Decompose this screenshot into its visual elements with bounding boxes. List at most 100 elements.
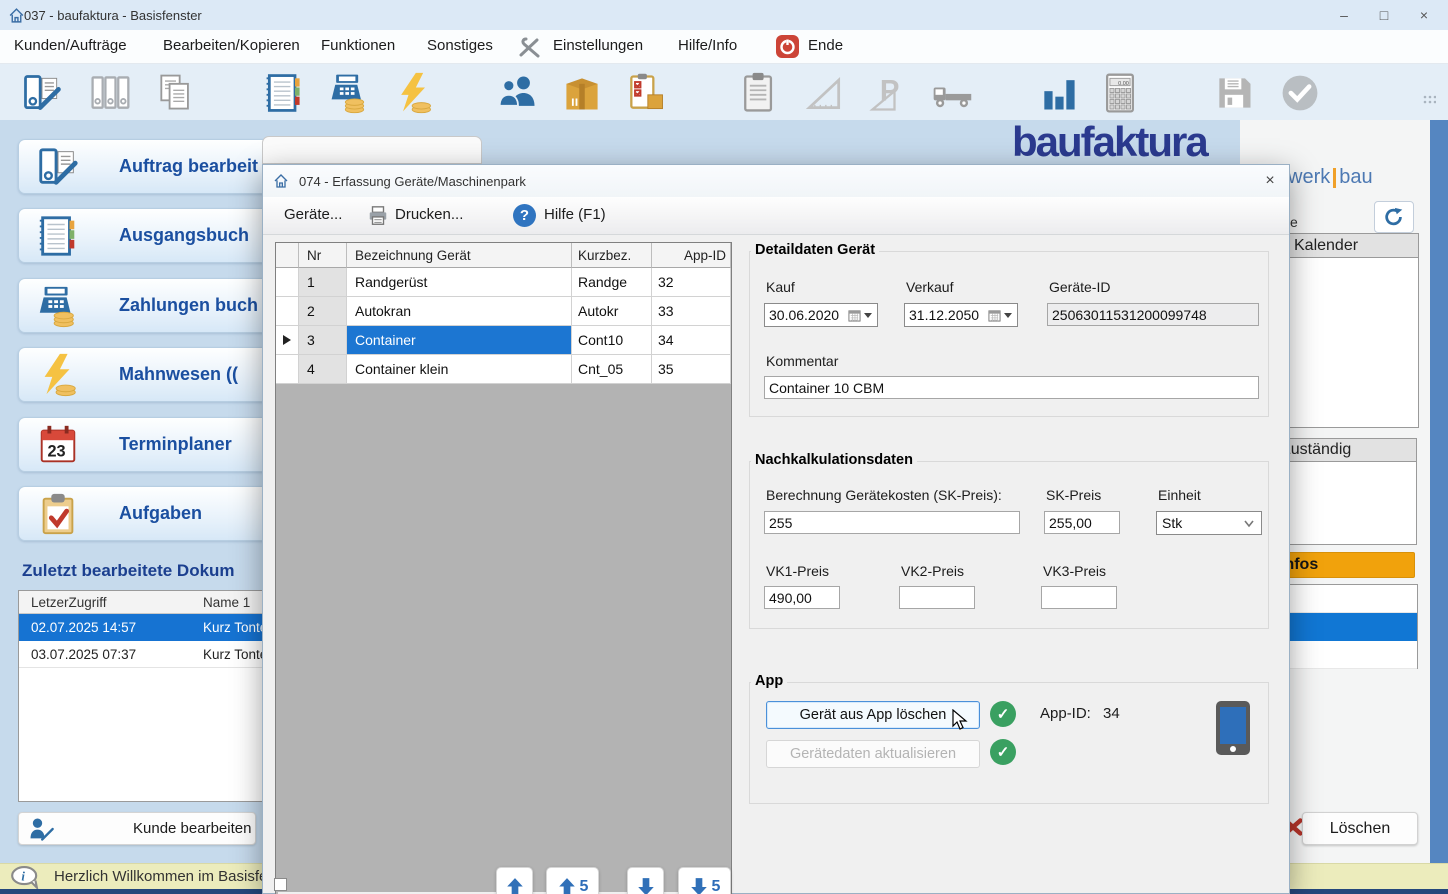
kauf-label: Kauf <box>766 279 795 295</box>
menu-kunden[interactable]: Kunden/Aufträge <box>14 37 127 54</box>
calculator-icon[interactable]: 0.00 <box>1098 71 1142 115</box>
window-titlebar: 037 - baufaktura - Basisfenster – □ × <box>0 0 1448 30</box>
success-check-icon: ✓ <box>990 739 1016 765</box>
loeschen-label: Löschen <box>1330 820 1391 838</box>
menu-bearbeiten[interactable]: Bearbeiten/Kopieren <box>163 37 300 54</box>
baufaktura-logo: baufaktura <box>1012 120 1207 164</box>
kunde-bearbeiten-label: Kunde bearbeiten <box>133 820 251 837</box>
calendar-picker-icon <box>988 309 1001 322</box>
chevron-down-icon <box>1243 517 1255 529</box>
nav-up5-label: 5 <box>580 878 589 894</box>
geraetedaten-aktualisieren-button[interactable]: Gerätedaten aktualisieren <box>766 740 980 768</box>
home-icon <box>273 173 289 189</box>
menu-geraete[interactable]: Geräte... <box>284 206 342 223</box>
p-ruler-icon[interactable]: P <box>867 71 911 115</box>
ruler-icon[interactable] <box>802 71 846 115</box>
device-row[interactable]: 2 Autokran Autokr 33 <box>276 297 731 326</box>
kauf-value: 30.06.2020 <box>769 307 848 323</box>
refresh-button[interactable] <box>1374 201 1414 233</box>
kauf-date-input[interactable]: 30.06.2020 <box>764 303 878 327</box>
cash-register-icon[interactable] <box>327 71 371 115</box>
menu-einstellungen[interactable]: Einstellungen <box>553 37 643 54</box>
dialog-titlebar: 074 - Erfassung Geräte/Maschinenpark × <box>263 165 1289 197</box>
stats-icon[interactable] <box>1037 71 1081 115</box>
column-letzerzugriff[interactable]: LetzerZugriff <box>19 595 191 610</box>
column-bezeichnung[interactable]: Bezeichnung Gerät <box>347 243 572 268</box>
nav-down-button[interactable] <box>627 867 664 894</box>
nav-up5-button[interactable]: 5 <box>546 867 599 894</box>
menu-hilfe[interactable]: Hilfe/Info <box>678 37 737 54</box>
device-row-selected[interactable]: 3 Container Cont10 34 <box>276 326 731 355</box>
kommentar-field[interactable] <box>764 376 1259 399</box>
order-edit-icon[interactable] <box>20 71 64 115</box>
vk1-field[interactable] <box>764 586 840 609</box>
clipboard-icon[interactable] <box>737 71 781 115</box>
power-icon <box>775 34 800 59</box>
dialog-close-button[interactable]: × <box>1257 170 1283 192</box>
menu-drucken[interactable]: Drucken... <box>395 206 463 223</box>
recent-zugriff: 02.07.2025 14:57 <box>19 620 191 635</box>
customers-icon[interactable] <box>496 71 540 115</box>
toolbar: P 0.00 <box>0 64 1448 120</box>
berechnung-label: Berechnung Gerätekosten (SK-Preis): <box>766 487 1002 503</box>
menu-ende[interactable]: Ende <box>808 37 843 54</box>
sk-preis-field[interactable] <box>1044 511 1120 534</box>
einheit-select[interactable]: Stk <box>1156 511 1262 535</box>
mouse-cursor <box>951 709 971 731</box>
success-check-icon: ✓ <box>990 701 1016 727</box>
verkauf-label: Verkauf <box>906 279 953 295</box>
vk2-field[interactable] <box>899 586 975 609</box>
verkauf-date-input[interactable]: 31.12.2050 <box>904 303 1018 327</box>
truck-icon[interactable] <box>930 71 974 115</box>
nav-up-button[interactable] <box>496 867 533 894</box>
sidebar-item-label: Terminplaner <box>119 434 232 455</box>
device-table-header: Nr Bezeichnung Gerät Kurzbez. App-ID <box>276 243 731 268</box>
package-icon[interactable] <box>560 71 604 115</box>
column-kurzbez[interactable]: Kurzbez. <box>572 243 652 268</box>
column-nr[interactable]: Nr <box>299 243 347 268</box>
geraet-aus-app-loeschen-button[interactable]: Gerät aus App löschen <box>766 701 980 729</box>
kunde-bearbeiten-button[interactable]: Kunde bearbeiten <box>18 812 256 845</box>
maximize-button[interactable]: □ <box>1364 1 1404 29</box>
menu-sonstiges[interactable]: Sonstiges <box>427 37 493 54</box>
confirm-icon[interactable] <box>1278 71 1322 115</box>
ledger-icon[interactable] <box>262 71 306 115</box>
vk3-field[interactable] <box>1041 586 1117 609</box>
device-row[interactable]: 1 Randgerüst Randge 32 <box>276 268 731 297</box>
svg-text:i: i <box>21 869 25 883</box>
copy-icon[interactable] <box>154 71 198 115</box>
svg-text:0.00: 0.00 <box>1118 81 1129 87</box>
background-window-tab <box>262 136 482 164</box>
order-edit-icon <box>35 144 81 190</box>
dunning-icon[interactable] <box>392 71 436 115</box>
dropdown-arrow-icon <box>1004 313 1012 318</box>
column-appid[interactable]: App-ID <box>652 243 731 268</box>
close-button[interactable]: × <box>1404 1 1444 29</box>
loeschen-button[interactable]: Löschen <box>1302 812 1418 845</box>
archive-icon[interactable] <box>88 71 132 115</box>
drag-handle-icon[interactable] <box>1422 94 1436 108</box>
arrow-up-icon <box>505 875 525 894</box>
tasks-icon <box>35 491 81 537</box>
app-id-value: 34 <box>1103 705 1120 722</box>
right-scroll-strip[interactable] <box>1430 120 1448 863</box>
wrench-icon <box>518 36 544 58</box>
berechnung-field[interactable] <box>764 511 1020 534</box>
calendar-picker-icon <box>848 309 861 322</box>
geraete-id-field[interactable] <box>1047 303 1259 326</box>
menu-funktionen[interactable]: Funktionen <box>321 37 395 54</box>
dialog-erfassung-geraete: 074 - Erfassung Geräte/Maschinenpark × G… <box>262 164 1290 894</box>
info-icon: i <box>10 865 44 889</box>
save-icon[interactable] <box>1212 71 1256 115</box>
sidebar-item-label: Ausgangsbuch <box>119 225 249 246</box>
kommentar-label: Kommentar <box>766 353 838 369</box>
menu-hilfe-f1[interactable]: Hilfe (F1) <box>544 206 606 223</box>
minimize-button[interactable]: – <box>1324 1 1364 29</box>
device-row[interactable]: 4 Container klein Cnt_05 35 <box>276 355 731 384</box>
dialog-checkbox[interactable] <box>274 878 287 891</box>
sidebar-item-label: Auftrag bearbeit <box>119 156 258 177</box>
kalender-label: Kalender <box>1294 237 1358 255</box>
nav-down5-button[interactable]: 5 <box>678 867 731 894</box>
window-title: 037 - baufaktura - Basisfenster <box>24 8 202 23</box>
delivery-note-icon[interactable] <box>624 71 668 115</box>
